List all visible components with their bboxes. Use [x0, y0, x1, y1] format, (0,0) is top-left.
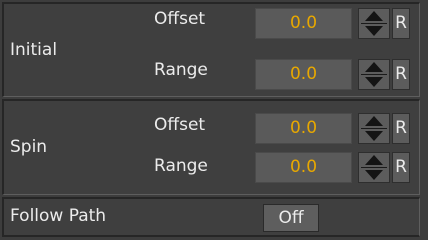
decrement-arrow-icon[interactable] [359, 168, 389, 182]
spin-range-spinner[interactable] [358, 152, 390, 183]
initial-group: Initial Offset 0.0 R Range 0.0 R [2, 2, 420, 97]
increment-arrow-icon[interactable] [359, 60, 389, 74]
initial-range-label: Range [154, 60, 208, 80]
initial-offset-field[interactable]: 0.0 [255, 8, 352, 39]
increment-arrow-icon[interactable] [359, 9, 389, 23]
spin-range-reset-button[interactable]: R [392, 152, 410, 183]
initial-offset-reset-button[interactable]: R [392, 8, 410, 39]
spin-offset-field[interactable]: 0.0 [255, 113, 352, 144]
follow-path-toggle-button[interactable]: Off [263, 204, 319, 232]
spin-group: Spin Offset 0.0 R Range 0.0 R [2, 99, 420, 195]
follow-path-label: Follow Path [10, 206, 107, 226]
initial-offset-spinner[interactable] [358, 8, 390, 39]
increment-arrow-icon[interactable] [359, 114, 389, 128]
spin-offset-spinner[interactable] [358, 113, 390, 144]
initial-range-spinner[interactable] [358, 59, 390, 90]
spin-range-label: Range [154, 156, 208, 176]
decrement-arrow-icon[interactable] [359, 24, 389, 38]
initial-range-field[interactable]: 0.0 [255, 59, 352, 90]
decrement-arrow-icon[interactable] [359, 75, 389, 89]
spin-offset-reset-button[interactable]: R [392, 113, 410, 144]
spin-range-field[interactable]: 0.0 [255, 152, 352, 183]
spin-offset-label: Offset [154, 115, 206, 135]
particle-rotation-panel: Initial Offset 0.0 R Range 0.0 R Spin Of… [0, 0, 428, 240]
initial-label: Initial [10, 40, 58, 60]
spin-label: Spin [10, 137, 48, 157]
increment-arrow-icon[interactable] [359, 153, 389, 167]
initial-offset-label: Offset [154, 9, 206, 29]
initial-range-reset-button[interactable]: R [392, 59, 410, 90]
follow-path-group: Follow Path Off [2, 197, 420, 237]
decrement-arrow-icon[interactable] [359, 129, 389, 143]
